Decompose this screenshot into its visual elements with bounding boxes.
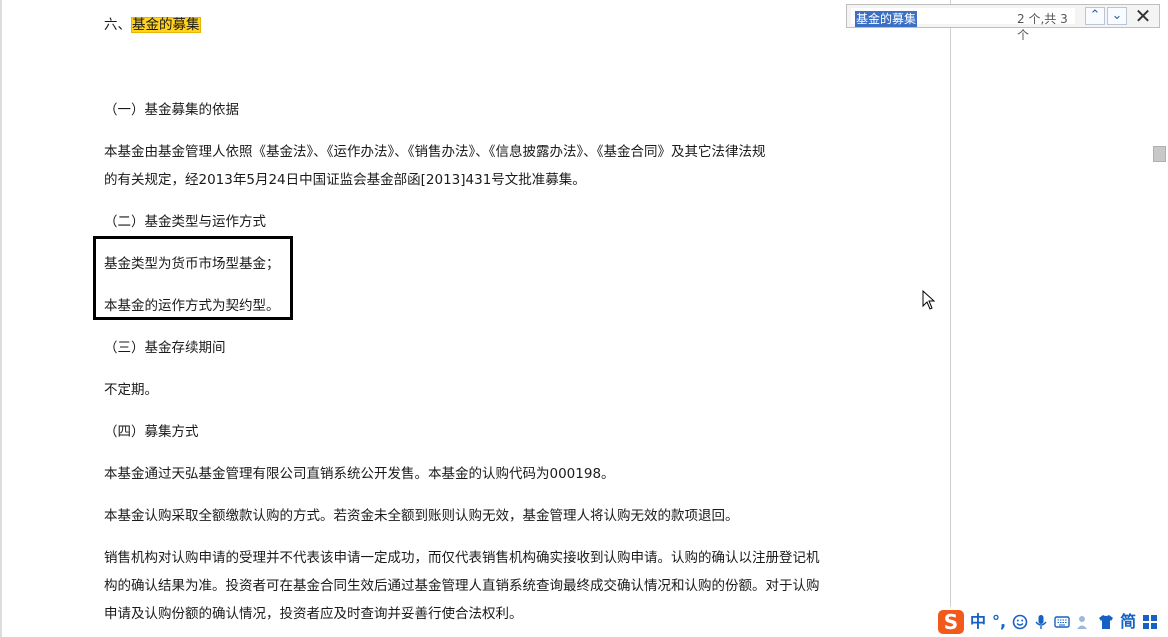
subheading-type: （二）基金类型与运作方式	[104, 214, 266, 230]
ime-punct-toggle[interactable]: °,	[992, 612, 1006, 632]
ime-mode-toggle[interactable]: 中	[970, 612, 986, 632]
find-next-button[interactable]: ⌄	[1107, 7, 1127, 25]
paragraph-line: 本基金认购采取全额缴款认购的方式。若资金未全额到账则认购无效，基金管理人将认购无…	[104, 508, 739, 524]
paragraph-line: 不定期。	[104, 382, 158, 398]
user-icon[interactable]	[1076, 614, 1092, 630]
paragraph-line: 基金类型为货币市场型基金；	[104, 256, 280, 272]
paragraph-line: 本基金由基金管理人依照《基金法》、《运作办法》、《销售办法》、《信息披露办法》、…	[104, 144, 766, 160]
subheading-method: （四）募集方式	[104, 424, 199, 440]
paragraph-line: 本基金通过天弘基金管理有限公司直销系统公开发售。本基金的认购代码为000198。	[104, 466, 615, 482]
subheading-duration: （三）基金存续期间	[104, 340, 226, 356]
skin-shirt-icon[interactable]	[1098, 614, 1114, 630]
paragraph-line: 构的确认结果为准。投资者可在基金合同生效后通过基金管理人直销系统查询最终成交确认…	[104, 578, 820, 594]
paragraph-line: 的有关规定，经2013年5月24日中国证监会基金部函[2013]431号文批准募…	[104, 172, 586, 188]
chevron-up-icon: ⌃	[1089, 8, 1101, 23]
find-query-text: 基金的募集	[855, 11, 918, 27]
paragraph-line: 申请及认购份额的确认情况，投资者应及时查询并妥善行使合法权利。	[104, 606, 523, 622]
search-highlight: 基金的募集	[131, 17, 201, 33]
section-prefix: 六、	[104, 17, 131, 33]
close-icon: ✕	[1134, 4, 1152, 28]
find-close-button[interactable]: ✕	[1133, 6, 1153, 26]
ime-toolbar: S 中 °, 简	[936, 607, 1168, 637]
subheading-basis: （一）基金募集的依据	[104, 102, 239, 118]
scrollbar-thumb[interactable]	[1153, 146, 1166, 162]
section-heading: 六、基金的募集	[104, 13, 201, 33]
mouse-cursor-icon	[922, 290, 936, 310]
ime-logo-icon[interactable]: S	[938, 610, 964, 634]
keyboard-icon[interactable]	[1054, 615, 1070, 629]
paragraph-line: 销售机构对认购申请的受理并不代表该申请一定成功，而仅代表销售机构确实接收到认购申…	[104, 550, 820, 566]
find-match-count: 2 个,共 3 个	[1017, 12, 1068, 42]
ime-simplified-toggle[interactable]: 简	[1120, 612, 1136, 632]
grid-menu-icon[interactable]	[1142, 614, 1158, 630]
paragraph-line: 本基金的运作方式为契约型。	[104, 298, 280, 314]
find-bar: 基金的募集 2 个,共 3 个 ⌃ ⌄ ✕	[846, 4, 1160, 42]
document-page: 六、基金的募集 （一）基金募集的依据 本基金由基金管理人依照《基金法》、《运作办…	[0, 0, 951, 637]
side-panel	[951, 0, 1168, 637]
find-input[interactable]: 基金的募集 2 个,共 3 个	[851, 8, 1075, 42]
microphone-icon[interactable]	[1034, 614, 1048, 630]
chevron-down-icon: ⌄	[1111, 8, 1123, 23]
emoji-icon[interactable]	[1012, 614, 1028, 630]
find-prev-button[interactable]: ⌃	[1085, 7, 1105, 25]
